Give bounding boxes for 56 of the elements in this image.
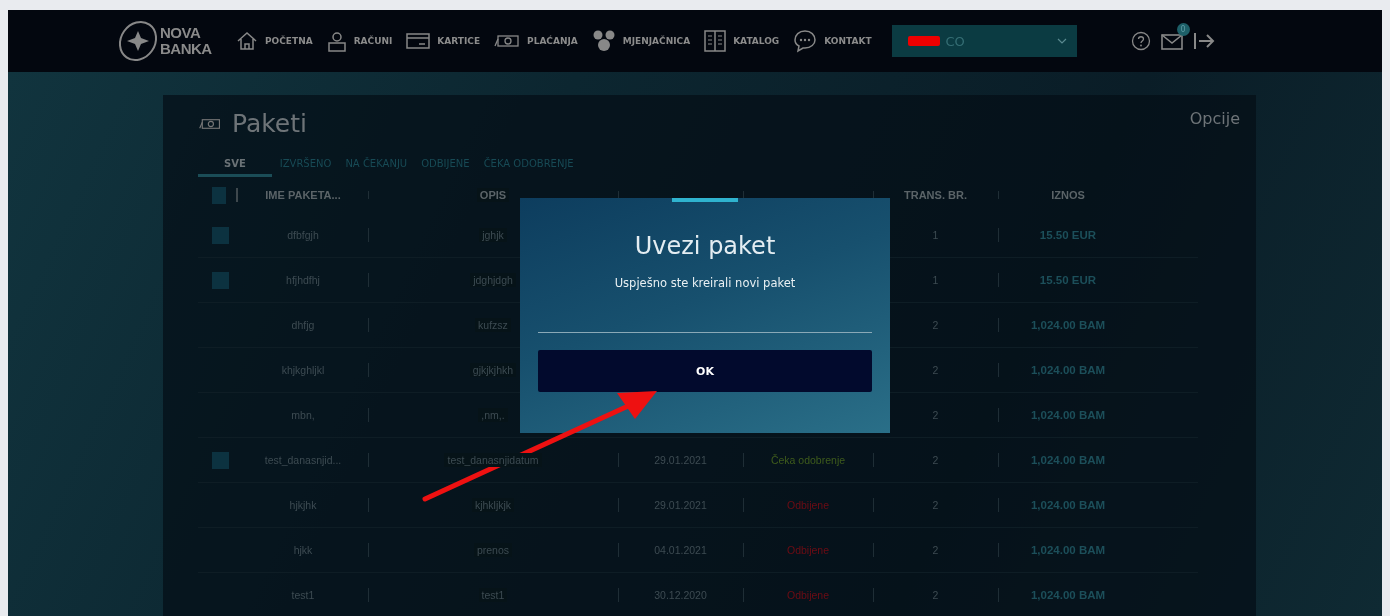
select-all-checkbox[interactable]: [212, 186, 227, 204]
chat-icon: [793, 29, 818, 53]
person-icon: [326, 30, 347, 52]
status-text: Čeka odobrenje: [770, 454, 846, 466]
amount-cell: 1,024.00 BAM: [1030, 499, 1106, 511]
amount-cell: 1,024.00 BAM: [1030, 364, 1106, 376]
nav-link[interactable]: RAČUNI: [326, 30, 393, 52]
table-cell: jghjk: [479, 228, 507, 242]
logo-text: NOVA BANKA: [160, 25, 210, 57]
amount-cell: 15.50 EUR: [1039, 274, 1097, 286]
row-checkbox[interactable]: [212, 451, 229, 469]
row-checkbox[interactable]: [212, 271, 229, 289]
mail-icon[interactable]: [1160, 32, 1183, 50]
table-cell: gjkjkjhkh: [469, 363, 517, 377]
banknote-icon: [198, 117, 222, 130]
filter-tab[interactable]: SVE: [198, 154, 272, 177]
table-cell: kufzsz: [475, 318, 511, 332]
column-header: IME PAKETA...: [265, 189, 341, 201]
amount-cell: 1,024.00 BAM: [1030, 454, 1106, 466]
amount-cell: 1,024.00 BAM: [1030, 319, 1106, 331]
logout-icon[interactable]: [1192, 31, 1215, 51]
column-header: OPIS: [476, 188, 510, 202]
status-text: Odbijene: [787, 499, 829, 511]
table-cell: ,nm,.: [478, 408, 508, 422]
logo-icon: [118, 19, 158, 63]
row-checkbox[interactable]: [212, 226, 229, 244]
dialog-message: Uspješno ste kreirali novi paket: [614, 276, 796, 290]
nav-link[interactable]: KATALOG: [704, 30, 780, 52]
ok-button[interactable]: OK: [538, 350, 872, 392]
table-cell: test1: [478, 588, 508, 602]
options-link[interactable]: Opcije: [1189, 109, 1240, 138]
column-header: TRANS. BR.: [904, 189, 967, 201]
nav-link[interactable]: PLAĆANJA: [494, 33, 578, 49]
column-header: IZNOS: [1051, 189, 1085, 201]
dialog-title: Uvezi paket: [634, 232, 776, 260]
table-cell: jdghjdgh: [470, 273, 516, 287]
amount-cell: 1,024.00 BAM: [1030, 589, 1106, 601]
redaction-mark: [907, 36, 940, 46]
page-title: Paketi: [232, 109, 307, 138]
nav-link[interactable]: MJENJAČNICA: [591, 29, 691, 53]
chevron-down-icon: [1056, 38, 1067, 44]
nav-link[interactable]: KARTICE: [406, 32, 481, 50]
table-cell: 30.12.2020: [654, 589, 707, 601]
card-icon: [406, 32, 431, 50]
help-icon[interactable]: [1130, 31, 1151, 51]
amount-cell: 1,024.00 BAM: [1030, 409, 1106, 421]
coins-icon: [591, 29, 616, 53]
book-icon: [704, 30, 727, 52]
amount-cell: 15.50 EUR: [1039, 229, 1097, 241]
nav-link[interactable]: KONTAKT: [793, 29, 872, 53]
home-icon: [236, 31, 258, 51]
amount-cell: 1,024.00 BAM: [1030, 544, 1106, 556]
nav-link[interactable]: POČETNA: [236, 31, 313, 51]
status-text: Odbijene: [787, 589, 829, 601]
status-text: Odbijene: [787, 544, 829, 556]
banknote-icon: [494, 33, 521, 49]
